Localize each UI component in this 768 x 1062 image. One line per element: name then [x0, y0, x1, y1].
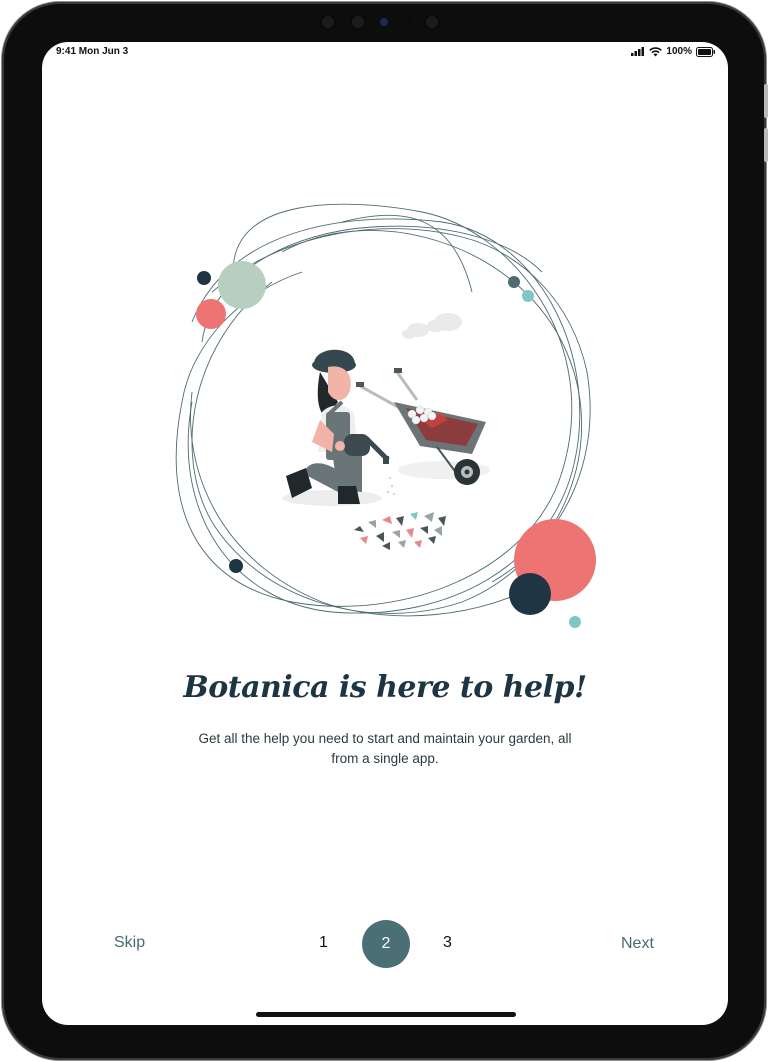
skip-button[interactable]: Skip — [114, 934, 145, 952]
cloud-icon — [402, 313, 462, 339]
page-indicator-3[interactable]: 3 — [443, 934, 452, 952]
onboarding-subtitle: Get all the help you need to start and m… — [198, 731, 572, 766]
volume-up-button — [764, 84, 768, 118]
leaf-pile — [354, 512, 446, 550]
decor-teal-dot — [508, 276, 520, 288]
page-indicator-current[interactable]: 2 — [362, 920, 410, 968]
sensor-icon — [350, 14, 366, 30]
decor-navy-dot — [229, 559, 243, 573]
front-camera-icon — [380, 18, 388, 26]
next-button[interactable]: Next — [621, 935, 654, 953]
gardener-figure — [286, 349, 390, 504]
decor-navy-circle — [509, 573, 551, 615]
water-drops — [387, 477, 395, 495]
decor-navy-dot — [197, 271, 211, 285]
gardener-illustration — [175, 203, 596, 628]
sensor-icon — [402, 18, 410, 26]
sensor-icon — [320, 14, 336, 30]
page-indicator-1[interactable]: 1 — [319, 934, 328, 952]
decor-mint-dot — [569, 616, 581, 628]
page-indicator-current-label: 2 — [381, 935, 391, 952]
home-indicator[interactable] — [256, 1012, 516, 1017]
onboarding-title: Botanica is here to help! — [183, 670, 587, 705]
volume-down-button — [764, 128, 768, 162]
sensor-icon — [424, 14, 440, 30]
screen: 9:41 Mon Jun 3 100% Botanica is here to … — [42, 42, 728, 1025]
decor-coral-circle-small — [196, 299, 226, 329]
tablet-frame: 9:41 Mon Jun 3 100% Botanica is here to … — [2, 2, 768, 1060]
decor-mint-dot — [522, 290, 534, 302]
decor-sage-circle — [218, 261, 266, 309]
camera-bar — [320, 14, 440, 30]
